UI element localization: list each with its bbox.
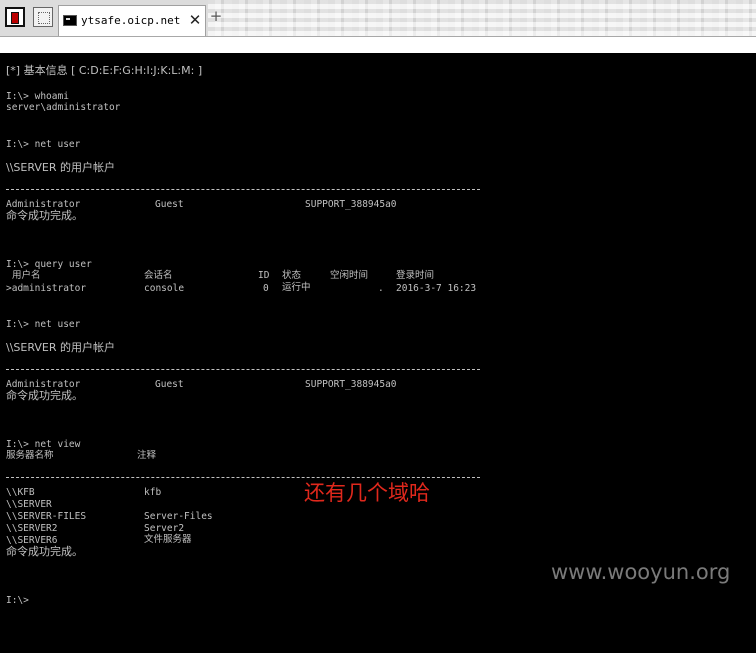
done-message: 命令成功完成。 bbox=[6, 545, 83, 558]
query-header: 状态 bbox=[282, 270, 302, 281]
done-message: 命令成功完成。 bbox=[6, 209, 83, 222]
query-header: 登录时间 bbox=[396, 270, 435, 281]
server-note: 文件服务器 bbox=[144, 534, 192, 545]
watermark: www.wooyun.org bbox=[551, 560, 731, 584]
accounts-header: \\SERVER 的用户帐户 bbox=[6, 341, 116, 354]
server-name: \\SERVER bbox=[6, 499, 52, 510]
query-cell: 0 bbox=[263, 283, 269, 294]
cmd-net-user: I:\> net user bbox=[6, 139, 81, 150]
query-header: ID bbox=[258, 270, 270, 281]
user-name: Guest bbox=[155, 379, 184, 390]
cmd-net-user: I:\> net user bbox=[6, 319, 81, 330]
whoami-output: server\administrator bbox=[6, 102, 121, 113]
query-cell: 2016-3-7 16:23 bbox=[396, 283, 477, 294]
query-header: 会话名 bbox=[144, 270, 173, 281]
query-cell: console bbox=[144, 283, 185, 294]
server-note: Server-Files bbox=[144, 511, 213, 522]
server-name: \\SERVER-FILES bbox=[6, 511, 87, 522]
annotation-text: 还有几个域哈 bbox=[304, 481, 430, 505]
server-name: \\KFB bbox=[6, 487, 35, 498]
view-header: 服务器名称 bbox=[6, 450, 54, 461]
server-note: kfb bbox=[144, 487, 162, 498]
window-icon[interactable] bbox=[33, 7, 53, 27]
accounts-header: \\SERVER 的用户帐户 bbox=[6, 161, 116, 174]
user-name: SUPPORT_388945a0 bbox=[305, 199, 397, 210]
new-tab-icon[interactable]: + bbox=[209, 9, 223, 24]
tab-bar-texture bbox=[208, 0, 756, 36]
query-cell: 运行中 bbox=[282, 282, 311, 293]
query-header: 空闲时间 bbox=[330, 270, 369, 281]
close-icon[interactable]: ✕ bbox=[187, 12, 203, 28]
console-icon bbox=[63, 15, 77, 26]
user-name: Guest bbox=[155, 199, 184, 210]
tab-title: ytsafe.oicp.net bbox=[81, 14, 181, 27]
info-line: [*] 基本信息 [ C:D:E:F:G:H:I:J:K:L:M: ] bbox=[6, 64, 203, 77]
query-cell: . bbox=[378, 283, 384, 294]
separator bbox=[6, 189, 480, 190]
query-cell: >administrator bbox=[6, 283, 87, 294]
address-strip bbox=[0, 37, 756, 53]
tab-bar: ytsafe.oicp.net ✕ + bbox=[0, 0, 756, 37]
query-header: 用户名 bbox=[12, 270, 41, 281]
separator bbox=[6, 369, 480, 370]
app-icon[interactable] bbox=[5, 7, 25, 27]
done-message: 命令成功完成。 bbox=[6, 389, 83, 402]
server-name: \\SERVER2 bbox=[6, 523, 58, 534]
tab-active[interactable]: ytsafe.oicp.net ✕ bbox=[58, 5, 206, 36]
prompt[interactable]: I:\> bbox=[6, 595, 29, 607]
view-header: 注释 bbox=[137, 450, 157, 461]
user-name: SUPPORT_388945a0 bbox=[305, 379, 397, 390]
